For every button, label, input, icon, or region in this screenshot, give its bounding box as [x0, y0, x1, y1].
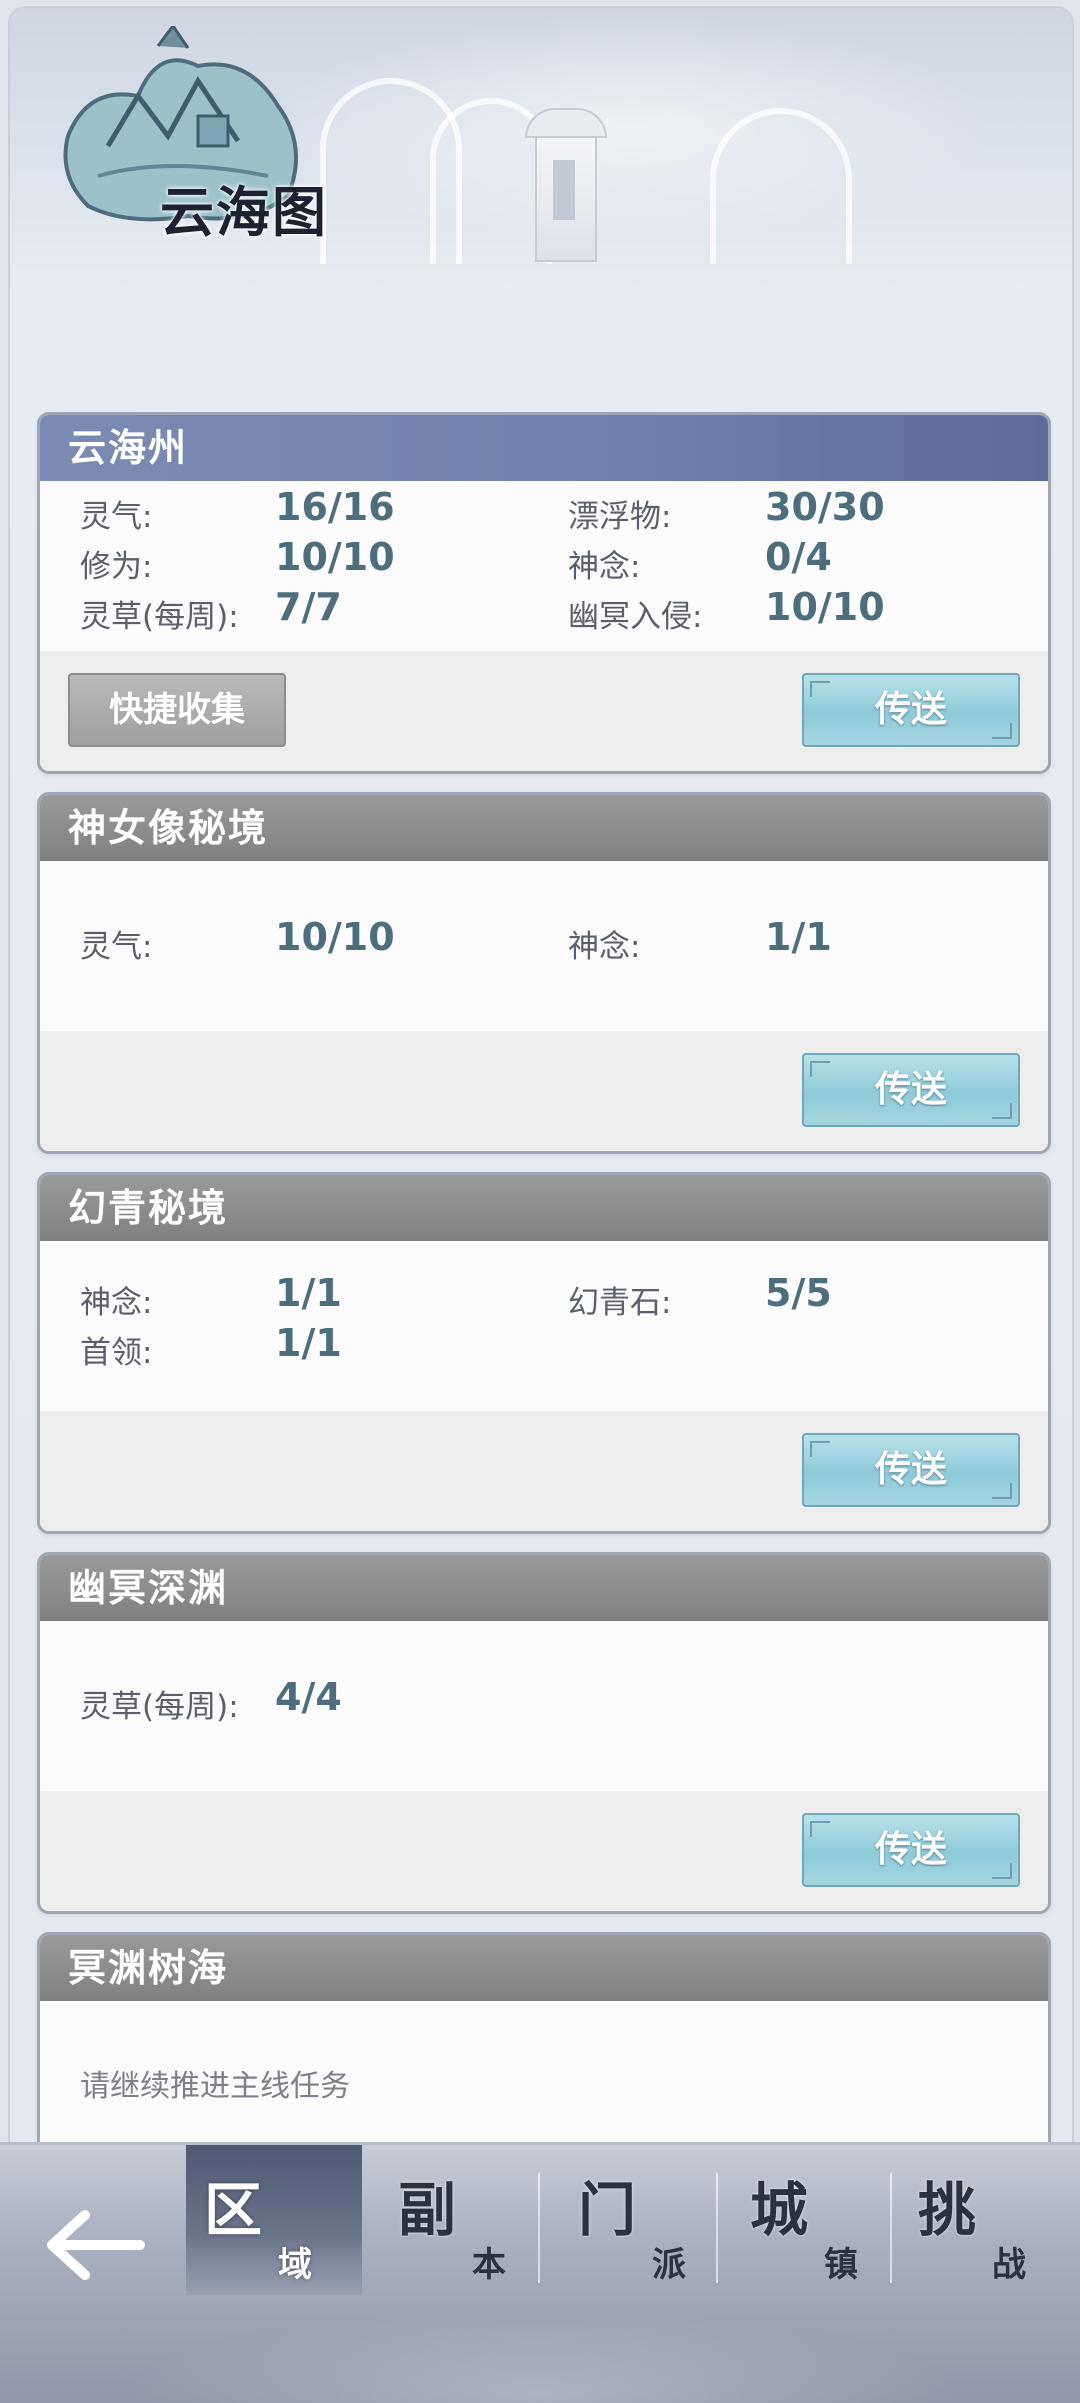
stat-label: 神念: — [80, 1285, 153, 1321]
stat-label: 漂浮物: — [568, 499, 672, 535]
teleport-label: 传送 — [874, 1069, 947, 1110]
locked-hint: 请继续推进主线任务 — [80, 2069, 350, 2104]
stat-label: 灵草(每周): — [80, 599, 239, 635]
stat-label: 修为: — [80, 549, 153, 585]
teleport-label: 传送 — [874, 689, 947, 730]
bottom-nav: 区 域 副 本 门 派 城 镇 挑 战 — [0, 2142, 1080, 2403]
tab-town-char2: 镇 — [824, 2245, 858, 2285]
stat-value: 10/10 — [765, 585, 885, 629]
tab-challenge-char2: 战 — [992, 2245, 1026, 2285]
stat-label: 灵气: — [80, 929, 153, 965]
header-banner: 云海图 — [10, 8, 1072, 298]
teleport-label: 传送 — [874, 1449, 947, 1490]
card-footer: 传送 — [40, 1031, 1048, 1151]
stat-label: 幻青石: — [568, 1285, 672, 1321]
stat-value: 10/10 — [275, 535, 395, 579]
stat-value: 1/1 — [275, 1321, 342, 1365]
region-stats: 神念: 1/1 幻青石: 5/5 首领: 1/1 传送 — [40, 1241, 1048, 1531]
tab-sect-char2: 派 — [652, 2245, 686, 2285]
region-card-yunhaizhou: 云海州 灵气: 16/16 漂浮物: 30/30 修为: 10/10 神念: 0… — [37, 412, 1051, 774]
stat-value: 10/10 — [275, 915, 395, 959]
app-frame: 云海图 云海州 灵气: 16/16 漂浮物: 30/30 修为: 10/10 神… — [8, 6, 1074, 2398]
region-card-youming: 幽冥深渊 灵草(每周): 4/4 传送 — [37, 1552, 1051, 1914]
teleport-button[interactable]: 传送 — [802, 1813, 1020, 1887]
tab-dungeon-char2: 本 — [472, 2245, 506, 2285]
tab-dungeon[interactable]: 副 本 — [380, 2145, 556, 2295]
tab-sect-char: 门 — [578, 2176, 637, 2244]
region-stats: 灵草(每周): 4/4 传送 — [40, 1621, 1048, 1911]
tab-challenge[interactable]: 挑 战 — [900, 2145, 1076, 2295]
teleport-button[interactable]: 传送 — [802, 1433, 1020, 1507]
stat-value: 30/30 — [765, 485, 885, 529]
stat-label: 首领: — [80, 1335, 153, 1371]
stat-value: 5/5 — [765, 1271, 832, 1315]
back-arrow-icon[interactable] — [40, 2200, 150, 2290]
stat-value: 0/4 — [765, 535, 832, 579]
stat-label: 灵气: — [80, 499, 153, 535]
stat-label: 幽冥入侵: — [568, 599, 703, 635]
card-footer: 快捷收集 传送 — [40, 651, 1048, 771]
tab-region[interactable]: 区 域 — [186, 2145, 362, 2295]
page-title: 云海图 — [160, 180, 328, 244]
region-name: 冥渊树海 — [40, 1935, 1048, 2001]
stat-value: 4/4 — [275, 1675, 342, 1719]
tab-town-char: 城 — [750, 2176, 809, 2244]
card-footer: 传送 — [40, 1411, 1048, 1531]
quick-collect-button[interactable]: 快捷收集 — [68, 673, 286, 747]
stat-label: 神念: — [568, 549, 641, 585]
region-name: 幽冥深渊 — [40, 1555, 1048, 1621]
teleport-button[interactable]: 传送 — [802, 1053, 1020, 1127]
pavilion-illustration — [525, 108, 607, 262]
tab-challenge-char: 挑 — [918, 2176, 977, 2244]
stat-value: 16/16 — [275, 485, 395, 529]
teleport-label: 传送 — [874, 1829, 947, 1870]
tab-sect[interactable]: 门 派 — [560, 2145, 736, 2295]
stat-value: 7/7 — [275, 585, 342, 629]
stat-value: 1/1 — [275, 1271, 342, 1315]
region-card-huanqing: 幻青秘境 神念: 1/1 幻青石: 5/5 首领: 1/1 传送 — [37, 1172, 1051, 1534]
tab-region-char2: 域 — [278, 2245, 312, 2285]
stat-value: 1/1 — [765, 915, 832, 959]
region-name: 幻青秘境 — [40, 1175, 1048, 1241]
stat-label: 灵草(每周): — [80, 1689, 239, 1725]
region-card-shennvxiang: 神女像秘境 灵气: 10/10 神念: 1/1 传送 — [37, 792, 1051, 1154]
tab-town[interactable]: 城 镇 — [732, 2145, 908, 2295]
region-stats: 灵气: 10/10 神念: 1/1 传送 — [40, 861, 1048, 1151]
teleport-button[interactable]: 传送 — [802, 673, 1020, 747]
region-name: 神女像秘境 — [40, 795, 1048, 861]
tab-region-char: 区 — [204, 2176, 263, 2244]
region-stats: 灵气: 16/16 漂浮物: 30/30 修为: 10/10 神念: 0/4 灵… — [40, 481, 1048, 771]
stat-label: 神念: — [568, 929, 641, 965]
region-name: 云海州 — [40, 415, 1048, 481]
card-footer: 传送 — [40, 1791, 1048, 1911]
tab-dungeon-char: 副 — [398, 2176, 457, 2244]
